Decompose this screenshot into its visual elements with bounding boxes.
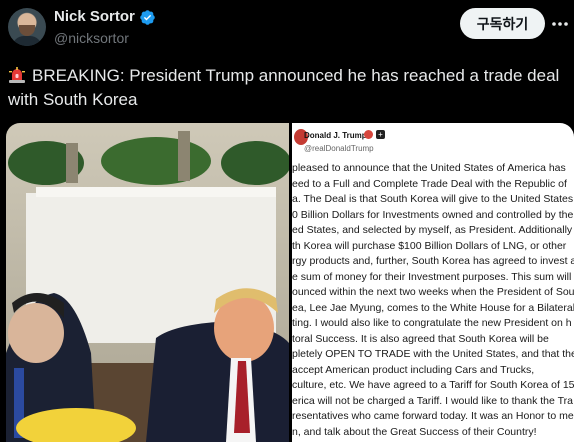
tweet-media[interactable]: Donald J. Trump + @realDonaldTrump pleas…: [6, 123, 574, 442]
avatar-shirt: [12, 36, 42, 46]
post-line: resentatives who came forward today. It …: [292, 410, 574, 422]
post-author-name: Donald J. Trump: [304, 131, 367, 140]
post-line: ed States, and selected by myself, as Pr…: [292, 224, 573, 236]
author-avatar[interactable]: [8, 8, 46, 46]
post-line: 0 Billion Dollars for Investments owned …: [292, 208, 574, 221]
tweet-header: Nick Sortor @nicksortor 구독하기: [0, 0, 574, 56]
post-line: a. The Deal is that South Korea will giv…: [292, 193, 574, 205]
post-line: pleased to announce that the United Stat…: [292, 162, 566, 174]
post-line: pletely OPEN TO TRADE with the United St…: [292, 348, 574, 360]
tweet-text-body: BREAKING: President Trump announced he h…: [8, 66, 560, 109]
post-line: rgy products and, further, South Korea h…: [292, 255, 574, 267]
more-options-icon[interactable]: [550, 14, 570, 34]
post-line: culture, etc. We have agreed to a Tariff…: [292, 379, 574, 391]
verified-badge-icon: [140, 10, 155, 25]
post-line: ea, Lee Jae Myung, comes to the White Ho…: [292, 301, 574, 314]
author-display-name[interactable]: Nick Sortor: [54, 8, 135, 25]
handshake-photo[interactable]: [6, 123, 289, 442]
post-verified-badge-icon: [364, 130, 373, 139]
post-line: n, and talk about the Great Success of t…: [292, 425, 537, 438]
police-light-emoji-icon: [9, 67, 25, 83]
post-line: eed to a Full and Complete Trade Deal wi…: [292, 177, 567, 190]
post-line: ounced within the next two weeks when th…: [292, 286, 574, 298]
avatar-beard: [19, 25, 35, 36]
post-line: th Korea will purchase $100 Billion Doll…: [292, 239, 567, 252]
post-line: toral Success. It is also agreed that So…: [292, 332, 549, 345]
post-line: e sum of money for their Investment purp…: [292, 270, 572, 283]
post-line: accept American product including Cars a…: [292, 363, 535, 376]
tweet-text: BREAKING: President Trump announced he h…: [8, 64, 568, 112]
author-handle[interactable]: @nicksortor: [54, 30, 129, 46]
subscribe-button[interactable]: 구독하기: [460, 8, 545, 39]
post-line: erica will not be charged a Tariff. I wo…: [292, 394, 573, 407]
truth-social-post-screenshot[interactable]: Donald J. Trump + @realDonaldTrump pleas…: [292, 123, 574, 442]
post-plus-icon: +: [376, 130, 385, 139]
post-line: ting. I would also like to congratulate …: [292, 317, 572, 329]
post-author-handle: @realDonaldTrump: [304, 144, 374, 153]
